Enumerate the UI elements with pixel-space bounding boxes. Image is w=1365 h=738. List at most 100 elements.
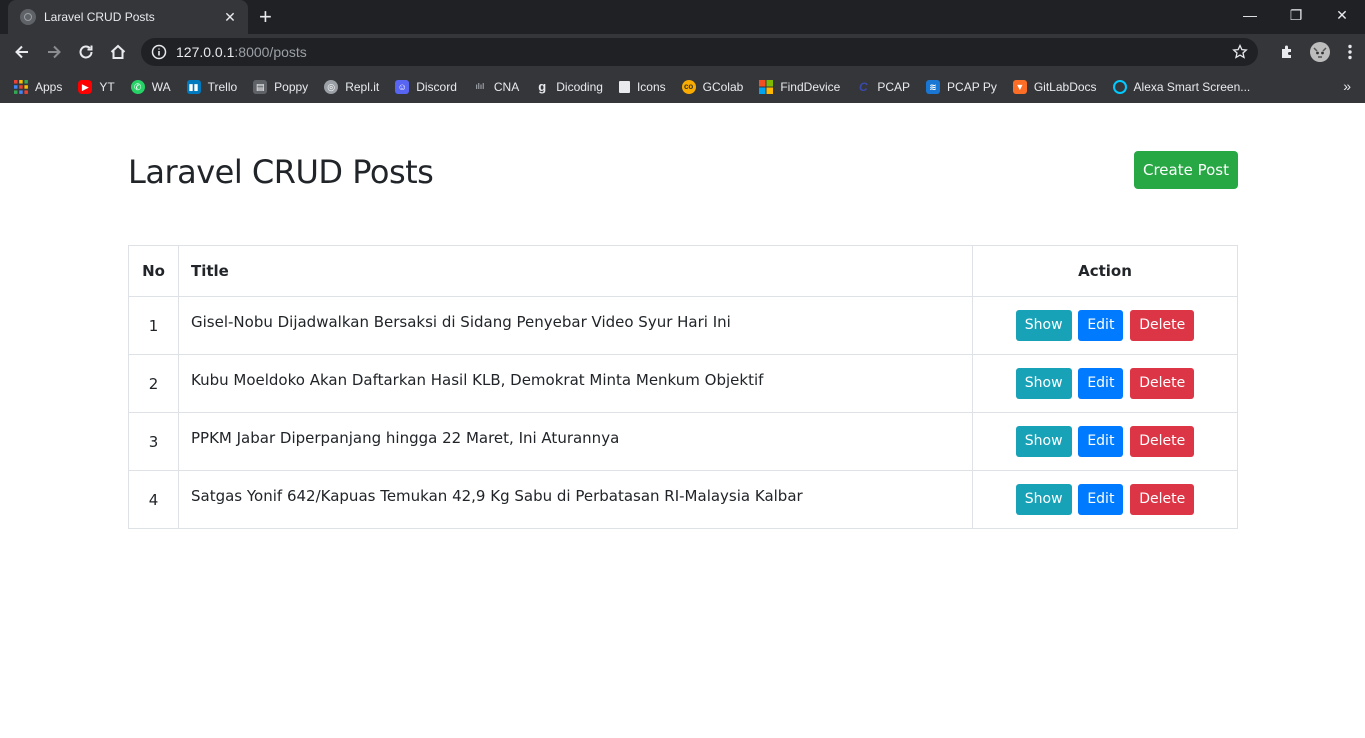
whatsapp-icon: ✆: [130, 79, 145, 94]
pcap-icon: C: [859, 79, 868, 94]
row-title: Satgas Yonif 642/Kapuas Temukan 42,9 Kg …: [178, 470, 973, 529]
edit-button[interactable]: Edit: [1078, 310, 1124, 341]
bookmark-poppy[interactable]: ▤ Poppy: [253, 79, 309, 94]
bookmark-apps[interactable]: Apps: [14, 79, 63, 94]
delete-button[interactable]: Delete: [1130, 310, 1195, 341]
delete-button[interactable]: Delete: [1130, 484, 1195, 515]
table-row: 4 Satgas Yonif 642/Kapuas Temukan 42,9 K…: [128, 470, 1238, 529]
bookmark-gitlabdocs[interactable]: ▼ GitLabDocs: [1012, 79, 1097, 94]
bookmark-finddevice[interactable]: FindDevice: [759, 79, 841, 94]
table-row: 1 Gisel-Nobu Dijadwalkan Bersaksi di Sid…: [128, 296, 1238, 355]
row-title: PPKM Jabar Diperpanjang hingga 22 Maret,…: [178, 412, 973, 471]
trello-icon: ▮▮: [186, 79, 201, 94]
row-title: Gisel-Nobu Dijadwalkan Bersaksi di Sidan…: [178, 296, 973, 355]
home-icon: [110, 44, 126, 59]
delete-button[interactable]: Delete: [1130, 368, 1195, 399]
bookmark-replit[interactable]: ◎ Repl.it: [324, 79, 380, 94]
browser-tab-active[interactable]: Laravel CRUD Posts ✕: [8, 0, 248, 34]
dicoding-icon: g: [538, 78, 547, 94]
new-tab-button[interactable]: +: [259, 3, 272, 31]
url-host: 127.0.0.1: [176, 44, 235, 60]
page-title: Laravel CRUD Posts: [128, 153, 434, 191]
globe-icon: [20, 9, 36, 25]
info-icon[interactable]: [151, 44, 167, 60]
bookmark-gcolab[interactable]: co GColab: [681, 79, 744, 94]
window-controls: — ❐ ✕: [1227, 0, 1365, 30]
bookmark-discord[interactable]: ☺ Discord: [395, 79, 457, 94]
back-button[interactable]: [8, 38, 36, 66]
edit-button[interactable]: Edit: [1078, 426, 1124, 457]
bookmark-cna[interactable]: ılıl CNA: [473, 80, 519, 94]
bookmark-yt[interactable]: ▶ YT: [78, 79, 115, 94]
restore-button[interactable]: ❐: [1273, 0, 1319, 30]
home-button[interactable]: [104, 38, 132, 66]
show-button[interactable]: Show: [1015, 368, 1072, 399]
row-title: Kubu Moeldoko Akan Daftarkan Hasil KLB, …: [178, 354, 973, 413]
url-path: :8000/posts: [234, 44, 307, 60]
bookmark-label: Alexa Smart Screen...: [1133, 79, 1251, 94]
discord-icon: ☺: [395, 79, 410, 94]
bookmark-label: Repl.it: [345, 79, 380, 94]
bookmark-dicoding[interactable]: g Dicoding: [535, 78, 603, 94]
column-header-action: Action: [972, 245, 1238, 297]
row-number: 2: [128, 354, 179, 413]
bookmark-label: GitLabDocs: [1033, 79, 1097, 94]
arrow-right-icon: [48, 45, 61, 59]
show-button[interactable]: Show: [1015, 310, 1072, 341]
bookmark-label: Trello: [207, 79, 238, 94]
table-header-row: No Title Action: [128, 245, 1238, 297]
bookmark-label: FindDevice: [780, 79, 841, 94]
poppy-icon: ▤: [253, 79, 268, 94]
arrow-left-icon: [15, 45, 28, 59]
row-actions: Show Edit Delete: [972, 470, 1238, 529]
bookmark-alexa[interactable]: Alexa Smart Screen...: [1112, 79, 1251, 94]
show-button[interactable]: Show: [1015, 484, 1072, 515]
show-button[interactable]: Show: [1015, 426, 1072, 457]
bookmarks-bar: Apps ▶ YT ✆ WA ▮▮ Trello ▤ Poppy ◎ Repl.…: [0, 70, 1365, 103]
create-post-button[interactable]: Create Post: [1134, 151, 1238, 189]
row-actions: Show Edit Delete: [972, 412, 1238, 471]
minimize-button[interactable]: —: [1227, 0, 1273, 30]
bookmark-wa[interactable]: ✆ WA: [130, 79, 171, 94]
row-number: 3: [128, 412, 179, 471]
edit-button[interactable]: Edit: [1078, 484, 1124, 515]
bookmark-pcap-py[interactable]: ≋ PCAP Py: [926, 79, 997, 94]
cisco-icon: ılıl: [475, 81, 485, 91]
youtube-icon: ▶: [78, 79, 93, 94]
bookmark-label: Apps: [35, 79, 63, 94]
icons-icon: [618, 80, 630, 93]
column-header-no: No: [128, 245, 179, 297]
edit-button[interactable]: Edit: [1078, 368, 1124, 399]
bookmark-pcap[interactable]: C PCAP: [856, 80, 910, 94]
bookmark-label: CNA: [493, 79, 520, 94]
colab-icon: co: [681, 79, 696, 94]
bookmark-label: PCAP Py: [947, 79, 997, 94]
bookmarks-overflow-icon[interactable]: »: [1343, 78, 1351, 94]
row-actions: Show Edit Delete: [972, 296, 1238, 355]
row-number: 4: [128, 470, 179, 529]
bookmark-label: Poppy: [274, 79, 309, 94]
address-bar[interactable]: 127.0.0.1:8000/posts: [141, 38, 1258, 66]
profile-avatar-icon[interactable]: [1309, 41, 1331, 63]
delete-button[interactable]: Delete: [1130, 426, 1195, 457]
close-window-button[interactable]: ✕: [1319, 0, 1365, 30]
bookmark-trello[interactable]: ▮▮ Trello: [186, 79, 238, 94]
browser-toolbar: 127.0.0.1:8000/posts: [0, 34, 1365, 70]
bookmark-star-icon[interactable]: [1232, 44, 1248, 60]
bookmark-label: Discord: [416, 79, 457, 94]
bookmark-icons[interactable]: Icons: [618, 80, 666, 94]
microsoft-icon: [759, 79, 774, 94]
puzzle-icon[interactable]: [1279, 43, 1297, 61]
reload-icon: [79, 45, 93, 59]
forward-button[interactable]: [40, 38, 68, 66]
bookmark-label: GColab: [702, 79, 744, 94]
kebab-menu-icon[interactable]: [1343, 43, 1357, 61]
tab-close-icon[interactable]: ✕: [222, 9, 238, 26]
replit-icon: ◎: [324, 79, 339, 94]
bookmark-label: YT: [99, 79, 115, 94]
tab-strip: Laravel CRUD Posts ✕ + — ❐ ✕: [0, 0, 1365, 34]
reload-button[interactable]: [72, 38, 100, 66]
table-row: 2 Kubu Moeldoko Akan Daftarkan Hasil KLB…: [128, 354, 1238, 413]
apps-grid-icon: [14, 79, 28, 94]
posts-table: No Title Action 1 Gisel-Nobu Dijadwalkan…: [128, 245, 1238, 529]
